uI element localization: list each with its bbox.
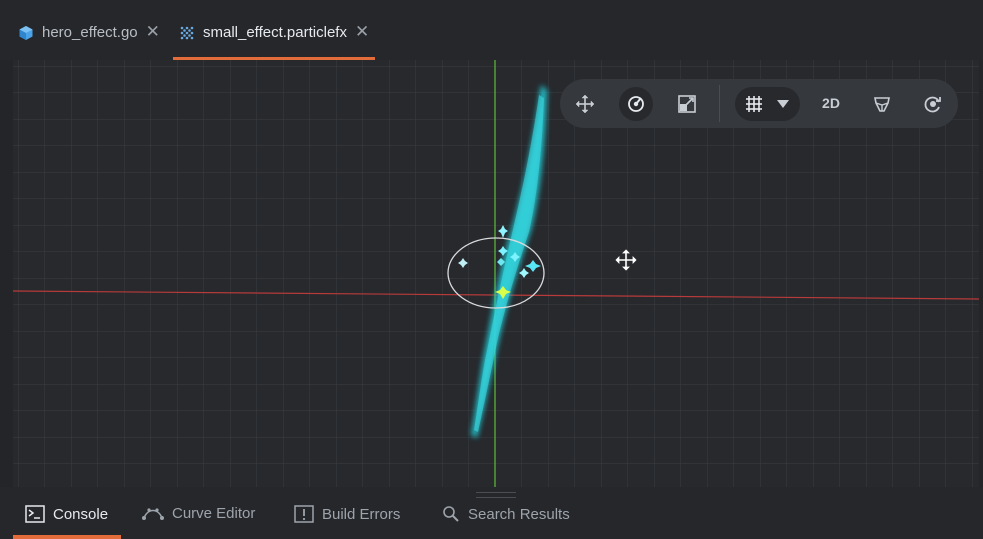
move-tool-icon [575, 94, 595, 114]
viewport-right-border [979, 60, 983, 487]
editor-tab-bar: hero_effect.go ✕ small_effect.particlefx… [0, 0, 983, 60]
tab-label: small_effect.particlefx [203, 24, 347, 41]
bottom-panel: Console Curve Editor Build Errors Search… [0, 487, 983, 539]
visibility-filter-icon [874, 97, 890, 112]
tab-label: Search Results [468, 505, 570, 523]
error-icon [294, 505, 314, 523]
tab-search-results[interactable]: Search Results [442, 505, 570, 523]
tab-label: Curve Editor [172, 505, 256, 522]
scale-tool-icon [678, 95, 696, 113]
active-bottom-tab-indicator [13, 535, 121, 539]
tab-label: hero_effect.go [42, 24, 138, 41]
visibility-filter-button[interactable] [865, 87, 899, 121]
console-icon [25, 505, 45, 523]
close-icon[interactable]: ✕ [355, 23, 369, 40]
camera-reset-icon [924, 96, 941, 113]
move-tool-button[interactable] [568, 87, 602, 121]
resize-handle[interactable] [476, 492, 516, 498]
grid-settings-button[interactable] [735, 87, 800, 121]
scale-tool-button[interactable] [670, 87, 704, 121]
chevron-down-icon [777, 100, 789, 108]
tab-label: Build Errors [322, 505, 401, 523]
2d-mode-toggle[interactable]: 2D [812, 95, 850, 111]
tab-hero-effect[interactable]: hero_effect.go ✕ [18, 14, 160, 60]
cube-icon [19, 26, 33, 40]
camera-reset-button[interactable] [916, 87, 950, 121]
close-icon[interactable]: ✕ [146, 23, 160, 40]
curve-icon [142, 507, 164, 520]
viewport-left-border [0, 60, 13, 487]
toolbar-separator [719, 85, 720, 122]
grid-icon [746, 96, 762, 112]
tab-build-errors[interactable]: Build Errors [294, 505, 400, 523]
search-icon [443, 506, 459, 522]
particles-icon [180, 26, 194, 40]
tab-small-effect[interactable]: small_effect.particlefx ✕ [173, 14, 375, 60]
tab-console[interactable]: Console [25, 505, 108, 523]
rotate-tool-icon [628, 96, 644, 112]
tab-curve-editor[interactable]: Curve Editor [142, 505, 255, 522]
tab-label: Console [53, 505, 109, 523]
scene-toolbar: 2D [560, 79, 958, 128]
rotate-tool-button[interactable] [619, 87, 653, 121]
